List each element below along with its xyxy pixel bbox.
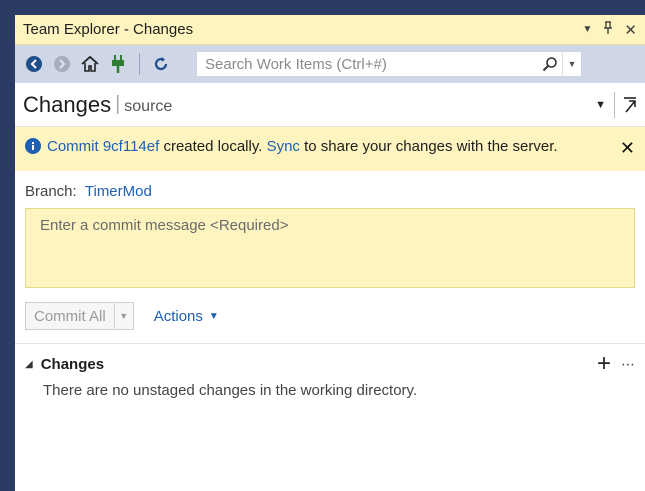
page-header: Changes | source ▼ [15,83,645,127]
stage-all-plus-icon[interactable]: + [597,352,611,376]
commit-link-prefix: Commit [47,138,99,155]
back-arrow-icon[interactable] [23,53,45,75]
commit-all-button[interactable]: Commit All ▼ [25,302,134,330]
commit-message-box[interactable] [25,208,635,288]
info-icon [25,138,41,161]
changes-section-header[interactable]: ◢ Changes + ⋯ [25,352,635,376]
toolbar-separator [139,53,140,75]
more-options-icon[interactable]: ⋯ [621,356,635,373]
team-explorer-panel: Team Explorer - Changes ▼ ✕ Search Work … [15,15,645,491]
home-icon[interactable] [79,53,101,75]
branch-link[interactable]: TimerMod [85,183,152,200]
commit-all-dropdown-icon[interactable]: ▼ [113,303,133,329]
info-notification: Commit 9cf114ef created locally. Sync to… [15,127,645,171]
title-bar: Team Explorer - Changes ▼ ✕ [15,15,645,45]
actions-chevron-down-icon: ▼ [208,310,219,322]
notification-text: Commit 9cf114ef created locally. Sync to… [47,135,612,161]
commit-link[interactable]: Commit 9cf114ef [47,138,159,155]
branch-label: Branch: [25,183,77,200]
search-box[interactable]: ▼ [196,51,582,77]
page-dropdown-icon[interactable]: ▼ [595,99,606,111]
commit-all-label: Commit All [34,307,106,325]
commit-message-input[interactable] [38,215,626,285]
repository-name[interactable]: source [124,98,172,116]
branch-row: Branch: TimerMod [15,171,645,200]
actions-label: Actions [153,307,203,325]
search-input[interactable] [203,54,538,74]
collapse-triangle-icon[interactable]: ◢ [25,359,33,370]
changes-section-title: Changes [40,355,105,373]
title-separator: | [115,93,121,115]
actions-menu[interactable]: Actions ▼ [154,308,219,325]
search-dropdown-icon[interactable]: ▼ [562,52,581,76]
undock-icon[interactable] [614,91,637,118]
refresh-icon[interactable] [150,53,172,75]
dropdown-arrow-icon[interactable]: ▼ [583,24,593,35]
title-bar-buttons: ▼ ✕ [583,20,637,39]
empty-changes-message: There are no unstaged changes in the wor… [43,382,418,399]
forward-arrow-icon[interactable] [51,53,73,75]
sync-link[interactable]: Sync [267,138,300,155]
search-icon[interactable] [538,56,562,72]
notice-middle-text: created locally. [163,138,263,155]
close-icon[interactable]: ✕ [624,21,637,39]
plug-icon[interactable] [107,53,129,75]
commit-id: 9cf114ef [102,138,160,155]
pin-icon[interactable] [602,20,614,39]
dismiss-notification-icon[interactable]: ✕ [620,137,635,160]
page-title: Changes [23,91,112,117]
commit-actions-row: Commit All ▼ Actions ▼ [25,302,635,330]
changes-section: ◢ Changes + ⋯ There are no unstaged chan… [15,344,645,400]
toolbar: ▼ [15,45,645,83]
notice-suffix-text: to share your changes with the server. [304,138,558,155]
window-title: Team Explorer - Changes [23,21,194,38]
